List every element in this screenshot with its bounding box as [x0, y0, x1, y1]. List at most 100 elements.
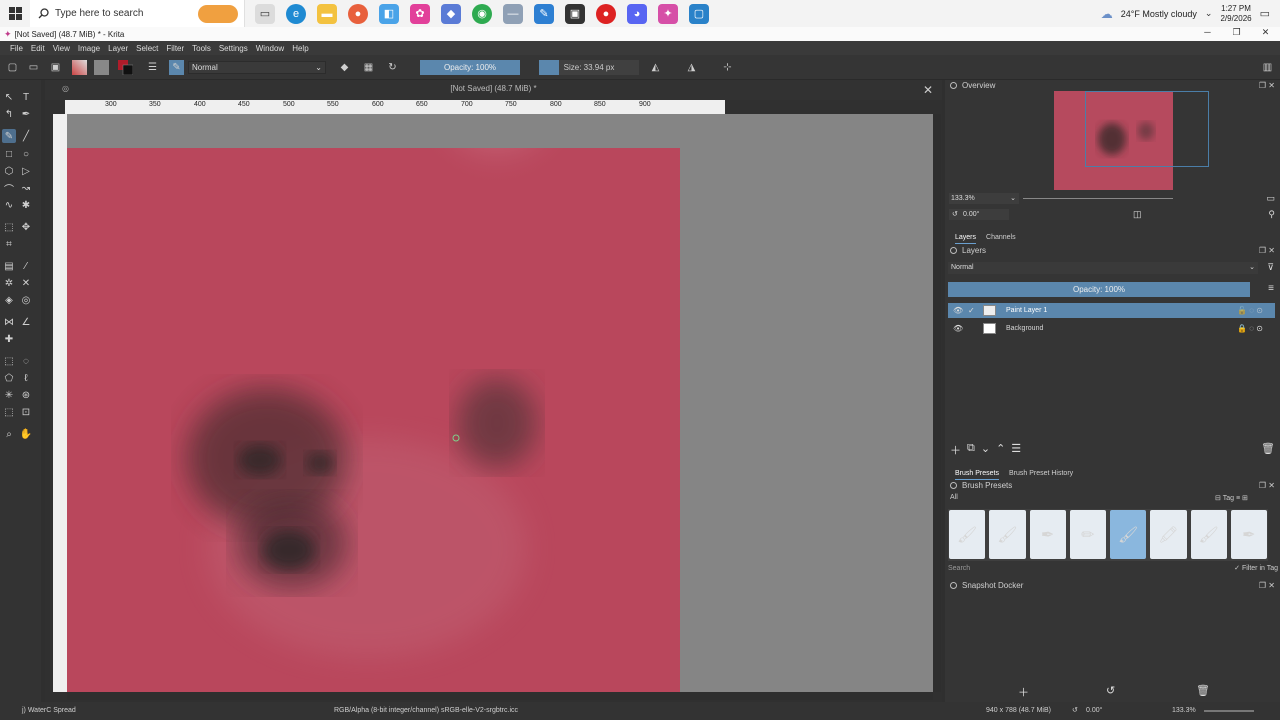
contiguous-selection-icon[interactable]: ✳ [2, 388, 16, 402]
opacity-slider[interactable]: Opacity: 100% [420, 60, 520, 75]
measure-tool-icon[interactable]: ∠ [19, 315, 33, 329]
similar-selection-icon[interactable]: ⊛ [19, 388, 33, 402]
app-icon-dark[interactable]: ▣ [565, 3, 585, 24]
zoom-slider[interactable] [1204, 710, 1254, 712]
brush-preset-item[interactable]: ✒ [1230, 510, 1267, 559]
windows-start-button[interactable] [0, 0, 30, 27]
filter-icon[interactable]: ⊽ [1267, 262, 1274, 273]
menu-view[interactable]: View [49, 44, 74, 53]
docker-float-close-icon[interactable]: ❐ ✕ [1259, 480, 1275, 492]
file-explorer-icon[interactable]: ▬ [317, 3, 337, 24]
transform-tool-icon[interactable]: ⬚ [2, 220, 16, 234]
visibility-eye-icon[interactable]: 👁 [953, 303, 963, 318]
select-shapes-tool-icon[interactable]: ↖ [2, 90, 16, 104]
brush-preset-item[interactable]: 🖌 [1190, 510, 1227, 559]
brush-preset-item[interactable]: ✒ [1029, 510, 1066, 559]
painting-canvas[interactable] [67, 148, 680, 692]
smart-patch-tool-icon[interactable]: ✕ [19, 276, 33, 290]
layer-blend-mode-select[interactable]: Normal ⌄ [948, 262, 1258, 274]
notification-icon[interactable]: ▭ [1260, 7, 1270, 20]
close-window-button[interactable]: ✕ [1251, 27, 1280, 41]
overview-viewport-box[interactable] [1085, 91, 1209, 167]
preset-filter-select[interactable]: All [950, 494, 1210, 504]
reference-images-tool-icon[interactable]: ✚ [2, 332, 16, 346]
alpha-lock-icon[interactable]: ▦ [361, 60, 376, 75]
zoom-tool-icon[interactable]: ⌕ [2, 427, 16, 441]
overview-zoom-select[interactable]: 133.3% ⌄ [949, 193, 1019, 204]
brush-preset-item[interactable]: 🖌 [949, 510, 986, 559]
layer-row[interactable]: 👁 Background 🔒 ◌ ⊙ [948, 321, 1275, 336]
dynamic-brush-tool-icon[interactable]: ∿ [2, 198, 16, 212]
brush-preset-item[interactable]: ✏ [1069, 510, 1106, 559]
open-document-icon[interactable]: ▭ [26, 60, 41, 75]
enclose-fill-tool-icon[interactable]: ◎ [19, 293, 33, 307]
magnetic-selection-icon[interactable]: ⊡ [19, 405, 33, 419]
pattern-swatch-icon[interactable] [94, 60, 109, 75]
blend-mode-select[interactable]: Normal ⌄ [188, 61, 326, 74]
taskbar-clock[interactable]: 1:27 PM 2/9/2026 [1220, 4, 1251, 24]
brush-preset-item[interactable]: 🖌 [989, 510, 1026, 559]
brush-settings-icon[interactable]: ☰ [145, 60, 160, 75]
polygonal-selection-icon[interactable]: ⬠ [2, 371, 16, 385]
filter-in-tag-checkbox[interactable]: ✓ Filter in Tag [1234, 564, 1278, 574]
krita-taskbar-icon[interactable]: ✦ [658, 3, 678, 24]
fit-view-icon[interactable]: ▭ [1266, 193, 1275, 204]
edge-browser-icon[interactable]: e [286, 3, 306, 24]
size-slider[interactable]: Size: 33.94 px [539, 60, 639, 75]
brush-preset-icon[interactable]: ✎ [169, 60, 184, 75]
pin-icon[interactable]: ⚲ [1268, 209, 1275, 220]
vertical-scrollbar[interactable] [933, 114, 941, 692]
new-document-icon[interactable]: ▢ [5, 60, 20, 75]
chevron-up-icon[interactable]: ⌄ [1205, 8, 1213, 19]
move-layer-up-icon[interactable]: ⌃ [996, 442, 1005, 456]
mirror-view-icon[interactable]: ◫ [1133, 209, 1142, 220]
ellipse-tool-icon[interactable]: ○ [19, 147, 33, 161]
delete-snapshot-icon[interactable]: 🗑 [1196, 684, 1210, 697]
menu-help[interactable]: Help [288, 44, 312, 53]
menu-layer[interactable]: Layer [104, 44, 132, 53]
eraser-icon[interactable]: ◆ [337, 60, 352, 75]
visibility-eye-icon[interactable]: 👁 [953, 321, 963, 336]
reload-preset-icon[interactable]: ↻ [385, 60, 400, 75]
menu-filter[interactable]: Filter [162, 44, 188, 53]
taskbar-search-box[interactable]: Type here to search [30, 0, 245, 27]
overview-rotation-field[interactable]: ↺ 0.00° [949, 209, 1009, 220]
edit-shapes-tool-icon[interactable]: ↰ [2, 107, 16, 121]
rectangular-selection-icon[interactable]: ⬚ [2, 354, 16, 368]
bezier-selection-icon[interactable]: ⬚ [2, 405, 16, 419]
pan-tool-icon[interactable]: ✋ [19, 427, 33, 441]
elliptical-selection-icon[interactable]: ◌ [19, 354, 33, 368]
preset-tag-button[interactable]: ⊟ Tag ≡ ⊞ [1215, 494, 1248, 502]
layer-properties-icon[interactable]: ☰ [1011, 442, 1021, 456]
assistant-tool-icon[interactable]: ⋈ [2, 315, 16, 329]
list-view-icon[interactable]: ≡ ⊞ [1236, 495, 1248, 502]
tab-layers[interactable]: Layers [955, 232, 977, 244]
restore-snapshot-icon[interactable]: ↺ [1106, 684, 1115, 697]
firefox-icon[interactable]: ● [348, 3, 368, 24]
bezier-tool-icon[interactable]: ⌒ [2, 181, 16, 196]
canvas-viewport[interactable] [67, 114, 933, 692]
menu-window[interactable]: Window [252, 44, 288, 53]
text-tool-icon[interactable]: T [19, 90, 33, 104]
menu-edit[interactable]: Edit [27, 44, 49, 53]
app-icon-blue[interactable]: ◆ [441, 3, 461, 24]
line-tool-icon[interactable]: ╱ [19, 129, 33, 143]
app-icon-red[interactable]: ● [596, 3, 616, 24]
brush-preset-item[interactable]: 🖍 [1150, 510, 1187, 559]
multibrush-tool-icon[interactable]: ✱ [19, 198, 33, 212]
docker-float-close-icon[interactable]: ❐ ✕ [1259, 245, 1275, 257]
duplicate-layer-icon[interactable]: ⧉ [967, 442, 975, 456]
layer-opacity-slider[interactable]: Opacity: 100% [948, 282, 1250, 297]
tab-channels[interactable]: Channels [986, 232, 1016, 244]
calligraphy-tool-icon[interactable]: ✒ [19, 107, 33, 121]
minimize-button[interactable]: ─ [1193, 27, 1222, 41]
app-icon-minus[interactable]: — [503, 3, 523, 24]
mirror-horizontal-icon[interactable]: ◭ [648, 60, 663, 75]
freehand-selection-icon[interactable]: ℓ [19, 371, 33, 385]
menu-settings[interactable]: Settings [215, 44, 252, 53]
docker-float-close-icon[interactable]: ❐ ✕ [1259, 580, 1275, 592]
polyline-tool-icon[interactable]: ▷ [19, 164, 33, 178]
chrome-icon[interactable]: ◉ [472, 3, 492, 24]
gradient-tool-icon[interactable]: ▤ [2, 259, 16, 273]
move-tool-icon[interactable]: ✥ [19, 220, 33, 234]
